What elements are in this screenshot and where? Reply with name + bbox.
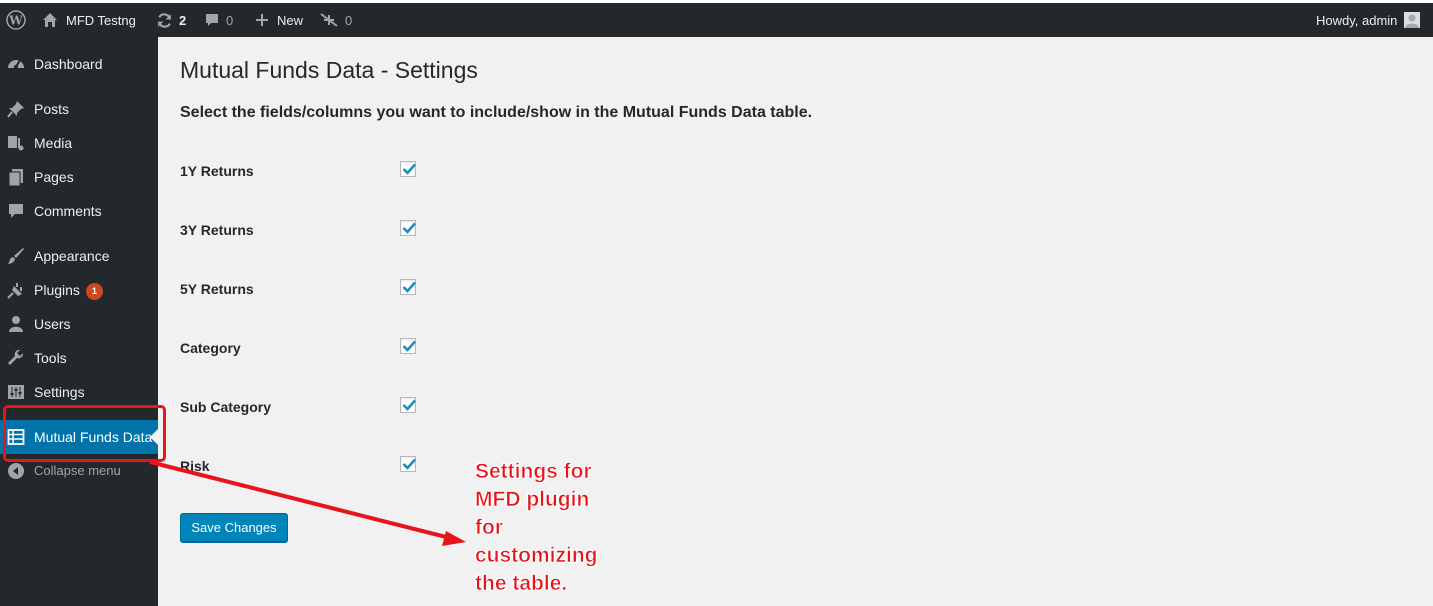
field-row-sub-category: Sub Category [180,397,440,417]
updates-link[interactable]: 2 [156,3,186,37]
pages-icon [7,168,25,187]
home-icon [42,12,58,28]
comments-link[interactable]: 0 [204,3,233,37]
sidebar-item-settings[interactable]: Settings [0,375,158,409]
plugin-icon [7,281,25,299]
sidebar-item-label: Users [34,316,71,332]
annotation-note: Settings for MFD plugin for customizing … [475,458,635,598]
sliders-icon [7,383,25,401]
plugin-slash-icon [319,12,339,28]
update-icon [156,12,173,29]
field-label: Risk [180,458,210,474]
sidebar-item-label: Pages [34,169,74,185]
checkmark-icon [402,399,416,411]
collapse-icon [7,462,25,480]
sidebar-item-label: Dashboard [34,56,103,72]
annotation-line: the table. [475,572,568,596]
sidebar-item-plugins[interactable]: Plugins 1 [0,273,158,307]
field-checkbox[interactable] [400,161,416,177]
annotation-line: MFD plugin [475,488,590,512]
sidebar-item-appearance[interactable]: Appearance [0,239,158,273]
admin-bar: W MFD Testng 2 0 New 0 Howdy, admin [0,0,1433,37]
field-label: 1Y Returns [180,163,254,179]
annotation-line: customizing [475,544,598,568]
field-row-3y-returns: 3Y Returns [180,220,440,240]
sidebar-item-label: Plugins [34,282,80,298]
sidebar-item-label: Tools [34,350,67,366]
settings-description: Select the fields/columns you want to in… [180,104,813,121]
main-content: Mutual Funds Data - Settings Select the … [158,37,1433,606]
annotation-highlight-box [3,405,166,462]
field-row-5y-returns: 5Y Returns [180,279,440,299]
checkmark-icon [402,222,416,234]
sidebar-item-label: Media [34,135,73,151]
sidebar-item-dashboard[interactable]: Dashboard [0,47,158,81]
new-content-link[interactable]: New [255,3,303,37]
field-checkbox[interactable] [400,456,416,472]
sidebar-item-label: Collapse menu [34,463,121,478]
field-label: 5Y Returns [180,281,254,297]
sidebar-item-comments[interactable]: Comments [0,194,158,228]
site-name: MFD Testng [66,12,136,28]
sidebar-item-label: Settings [34,384,85,400]
annotation-line: Settings for [475,460,592,484]
sidebar-item-posts[interactable]: Posts [0,92,158,126]
sidebar-item-label: Comments [34,203,102,219]
pin-icon [7,100,25,118]
field-label: Category [180,340,241,356]
comment-icon [7,202,25,220]
field-checkbox[interactable] [400,397,416,413]
checkmark-icon [402,340,416,352]
greeting: Howdy, admin [1316,12,1398,28]
media-icon [7,134,25,152]
field-label: 3Y Returns [180,222,254,238]
admin-sidebar: Dashboard Posts Media Pages Comments App… [0,37,158,606]
field-checkbox[interactable] [400,220,416,236]
plus-icon [255,13,269,27]
sidebar-item-media[interactable]: Media [0,126,158,160]
sidebar-item-pages[interactable]: Pages [0,160,158,194]
comment-bubble-icon [204,12,220,28]
field-checkbox[interactable] [400,279,416,295]
site-name-link[interactable]: MFD Testng [42,3,136,37]
save-changes-button[interactable]: Save Changes [180,513,288,542]
checkmark-icon [402,163,416,175]
avatar [1404,12,1421,28]
checkmark-icon [402,458,416,470]
field-row-1y-returns: 1Y Returns [180,161,440,181]
page-title: Mutual Funds Data - Settings [180,57,478,83]
my-account-link[interactable]: Howdy, admin [1316,3,1421,37]
wrench-icon [7,349,25,367]
field-row-category: Category [180,338,440,358]
sidebar-item-tools[interactable]: Tools [0,341,158,375]
updates-count: 2 [179,12,187,28]
sidebar-item-label-wrap: Plugins 1 [34,282,103,300]
checkmark-icon [402,281,416,293]
plugin-toolbar-link[interactable]: 0 [319,3,352,37]
annotation-line: for [475,516,504,540]
svg-text:W: W [8,14,23,28]
sidebar-item-label: Posts [34,101,70,117]
plugin-count: 0 [345,12,353,28]
comments-count: 0 [226,12,234,28]
brush-icon [7,247,25,265]
user-icon [7,315,25,333]
sidebar-item-label: Appearance [34,248,110,264]
update-count-badge: 1 [85,283,103,300]
dashboard-icon [7,55,25,73]
sidebar-item-users[interactable]: Users [0,307,158,341]
field-label: Sub Category [180,399,272,415]
new-label: New [277,12,304,28]
field-checkbox[interactable] [400,338,416,354]
field-row-risk: Risk [180,456,440,476]
wordpress-logo-icon[interactable]: W [6,3,26,37]
